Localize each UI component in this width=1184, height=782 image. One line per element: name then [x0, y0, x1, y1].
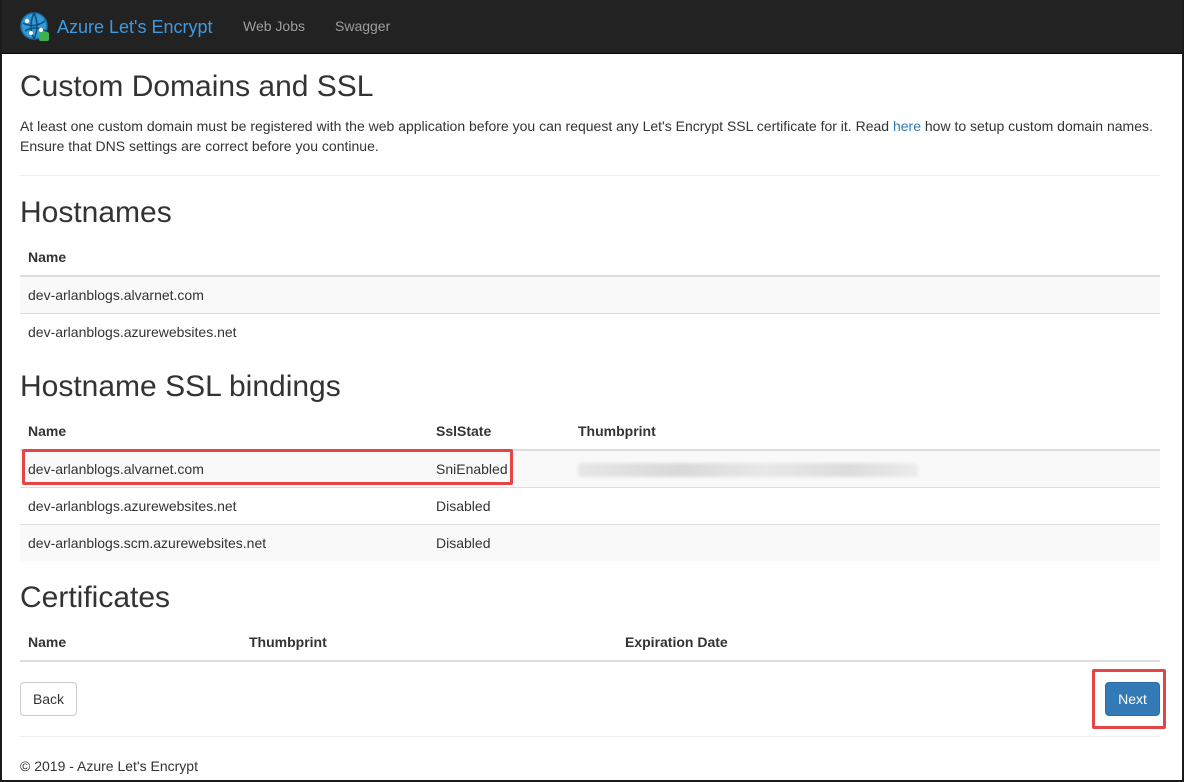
certificates-col-name: Name	[20, 624, 241, 662]
hostnames-col-name: Name	[20, 239, 1160, 277]
binding-name-cell: dev-arlanblogs.alvarnet.com	[20, 449, 428, 487]
binding-thumbprint-cell	[570, 486, 1160, 524]
binding-state-cell: SniEnabled	[428, 449, 570, 487]
certificates-col-thumbprint: Thumbprint	[241, 624, 617, 662]
divider	[20, 736, 1160, 737]
next-button[interactable]: Next	[1105, 682, 1160, 716]
certificates-table: Name Thumbprint Expiration Date	[20, 624, 1160, 662]
nav-swagger[interactable]: Swagger	[335, 18, 390, 34]
top-navbar: Azure Let's Encrypt Web Jobs Swagger	[0, 0, 1184, 54]
custom-domain-help-link[interactable]: here	[893, 118, 921, 134]
ssl-bindings-table: Name SslState Thumbprint dev-arlanblogs.…	[20, 413, 1160, 561]
globe-logo-icon	[20, 12, 49, 41]
footer: © 2019 - Azure Let's Encrypt	[20, 758, 198, 774]
table-row: dev-arlanblogs.scm.azurewebsites.net Dis…	[20, 523, 1160, 561]
table-row: dev-arlanblogs.azurewebsites.net Disable…	[20, 486, 1160, 524]
binding-state-cell: Disabled	[428, 523, 570, 561]
hostname-cell: dev-arlanblogs.alvarnet.com	[20, 275, 1160, 313]
brand-title: Azure Let's Encrypt	[57, 16, 213, 37]
intro-text: At least one custom domain must be regis…	[20, 118, 1153, 154]
hostnames-table: Name dev-arlanblogs.alvarnet.com dev-arl…	[20, 239, 1160, 350]
certificates-col-expiration: Expiration Date	[617, 624, 1160, 662]
divider	[20, 175, 1160, 176]
bindings-col-name: Name	[20, 413, 428, 451]
nav-web-jobs[interactable]: Web Jobs	[243, 18, 305, 34]
page-title: Custom Domains and SSL	[20, 70, 374, 103]
binding-thumbprint-cell	[570, 449, 1160, 487]
binding-name-cell: dev-arlanblogs.scm.azurewebsites.net	[20, 523, 428, 561]
brand-link[interactable]: Azure Let's Encrypt	[19, 10, 213, 44]
redacted-thumbprint	[578, 462, 918, 477]
certificates-heading: Certificates	[20, 581, 171, 614]
back-button[interactable]: Back	[20, 682, 77, 716]
binding-state-cell: Disabled	[428, 486, 570, 524]
table-row: dev-arlanblogs.alvarnet.com	[20, 275, 1160, 313]
binding-thumbprint-cell	[570, 523, 1160, 561]
hostnames-heading: Hostnames	[20, 196, 172, 229]
table-row: dev-arlanblogs.alvarnet.com SniEnabled	[20, 449, 1160, 487]
hostname-cell: dev-arlanblogs.azurewebsites.net	[20, 312, 1160, 350]
table-row: dev-arlanblogs.azurewebsites.net	[20, 312, 1160, 350]
binding-name-cell: dev-arlanblogs.azurewebsites.net	[20, 486, 428, 524]
bindings-col-thumbprint: Thumbprint	[570, 413, 1160, 451]
bindings-col-sslstate: SslState	[428, 413, 570, 451]
ssl-bindings-heading: Hostname SSL bindings	[20, 370, 341, 403]
